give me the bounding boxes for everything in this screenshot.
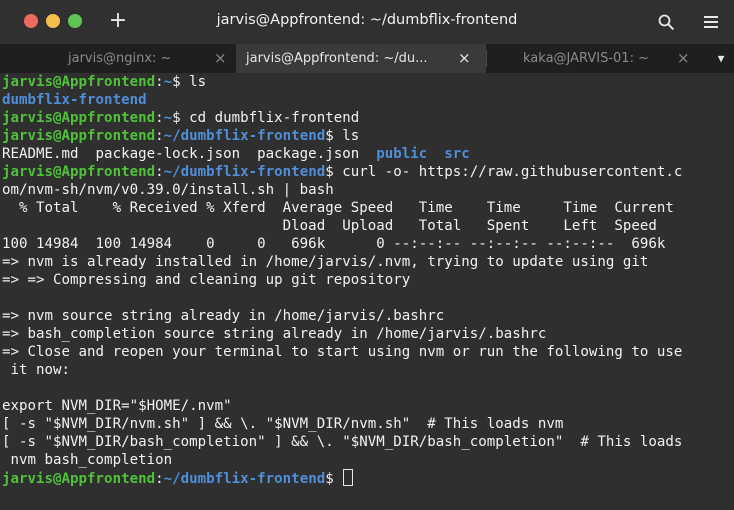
output-text: : bbox=[155, 110, 164, 126]
prompt-user: jarvis@Appfrontend bbox=[2, 110, 156, 126]
output-text: it now: bbox=[2, 362, 71, 378]
terminal-line: Dload Upload Total Spent Left Speed bbox=[2, 217, 732, 235]
terminal-line: jarvis@Appfrontend:~$ cd dumbflix-fronte… bbox=[2, 109, 732, 127]
prompt-user: jarvis@Appfrontend bbox=[2, 471, 156, 487]
maximize-window-button[interactable] bbox=[68, 14, 82, 28]
output-text: $ ls bbox=[325, 128, 360, 144]
terminal-line: [ -s "$NVM_DIR/nvm.sh" ] && \. "$NVM_DIR… bbox=[2, 415, 732, 433]
output-text: export NVM_DIR="$HOME/.nvm" bbox=[2, 398, 232, 414]
minimize-window-button[interactable] bbox=[46, 14, 60, 28]
tab-jarvis-appfrontend[interactable]: jarvis@Appfrontend: ~/du... × bbox=[236, 44, 486, 73]
tab-jarvis-nginx[interactable]: jarvis@nginx: ~ × bbox=[0, 44, 236, 73]
path-text: ~ bbox=[163, 74, 173, 90]
path-text: public bbox=[376, 146, 428, 162]
output-text: om/nvm-sh/nvm/v0.39.0/install.sh | bash bbox=[2, 182, 334, 198]
close-window-button[interactable] bbox=[24, 14, 38, 28]
close-tab-icon[interactable]: × bbox=[458, 44, 471, 73]
path-text: ~/dumbflix-frontend bbox=[163, 164, 326, 180]
output-text: => nvm source string already in /home/ja… bbox=[2, 308, 445, 324]
terminal-line: 100 14984 100 14984 0 0 696k 0 --:--:-- … bbox=[2, 235, 732, 253]
terminal-line: jarvis@Appfrontend:~/dumbflix-frontend$ bbox=[2, 469, 732, 487]
output-text: $ curl -o- https://raw.githubusercontent… bbox=[325, 164, 683, 180]
output-text: => Close and reopen your terminal to sta… bbox=[2, 344, 683, 360]
terminal-line: % Total % Received % Xferd Average Speed… bbox=[2, 199, 732, 217]
terminal-line: => nvm source string already in /home/ja… bbox=[2, 307, 732, 325]
output-text: $ bbox=[325, 471, 343, 487]
close-tab-icon[interactable]: × bbox=[214, 44, 227, 73]
output-text: : bbox=[155, 128, 164, 144]
window-title: jarvis@Appfrontend: ~/dumbflix-frontend bbox=[216, 12, 518, 28]
output-text: $ ls bbox=[172, 74, 207, 90]
new-tab-button[interactable]: + bbox=[108, 9, 128, 33]
terminal-line: jarvis@Appfrontend:~/dumbflix-frontend$ … bbox=[2, 127, 732, 145]
path-text: ~/dumbflix-frontend bbox=[163, 471, 326, 487]
terminal-line: jarvis@Appfrontend:~/dumbflix-frontend$ … bbox=[2, 163, 732, 181]
output-text: => bash_completion source string already… bbox=[2, 326, 547, 342]
output-text: nvm bash_completion bbox=[2, 452, 173, 468]
menu-button[interactable] bbox=[702, 14, 720, 30]
terminal-line: export NVM_DIR="$HOME/.nvm" bbox=[2, 397, 732, 415]
text-cursor bbox=[343, 469, 354, 486]
title-bar[interactable]: + jarvis@Appfrontend: ~/dumbflix-fronten… bbox=[0, 0, 734, 44]
terminal-line: => Close and reopen your terminal to sta… bbox=[2, 343, 732, 361]
tab-label: jarvis@nginx: ~ bbox=[68, 51, 172, 66]
terminal-line: dumbflix-frontend bbox=[2, 91, 732, 109]
close-tab-icon[interactable]: × bbox=[677, 44, 690, 73]
output-text: $ cd dumbflix-frontend bbox=[172, 110, 360, 126]
terminal-line: => nvm is already installed in /home/jar… bbox=[2, 253, 732, 271]
output-text: => => Compressing and cleaning up git re… bbox=[2, 272, 411, 288]
output-text: Dload Upload Total Spent Left Speed bbox=[2, 218, 657, 234]
terminal-output[interactable]: jarvis@Appfrontend:~$ ls dumbflix-fronten… bbox=[0, 73, 734, 510]
plus-icon: + bbox=[108, 8, 128, 33]
terminal-line: jarvis@Appfrontend:~$ ls bbox=[2, 73, 732, 91]
output-text: : bbox=[155, 164, 164, 180]
output-text: [ -s "$NVM_DIR/nvm.sh" ] && \. "$NVM_DIR… bbox=[2, 416, 564, 432]
terminal-line: README.md package-lock.json package.json… bbox=[2, 145, 732, 163]
tab-label: kaka@JARVIS-01: ~ bbox=[523, 51, 649, 66]
output-text: README.md package-lock.json package.json bbox=[2, 146, 377, 162]
tab-label: jarvis@Appfrontend: ~/du... bbox=[246, 51, 428, 66]
prompt-user: jarvis@Appfrontend bbox=[2, 164, 156, 180]
output-text: 100 14984 100 14984 0 0 696k 0 --:--:-- … bbox=[2, 236, 666, 252]
path-text: ~ bbox=[163, 110, 173, 126]
terminal-line: => => Compressing and cleaning up git re… bbox=[2, 271, 732, 289]
terminal-line: [ -s "$NVM_DIR/bash_completion" ] && \. … bbox=[2, 433, 732, 451]
terminal-line: nvm bash_completion bbox=[2, 451, 732, 469]
terminal-line: om/nvm-sh/nvm/v0.39.0/install.sh | bash bbox=[2, 181, 732, 199]
tab-list-dropdown-button[interactable]: ▼ bbox=[714, 44, 728, 73]
path-text: src bbox=[444, 146, 470, 162]
search-button[interactable] bbox=[658, 14, 674, 30]
chevron-down-icon: ▼ bbox=[717, 52, 725, 65]
output-text: % Total % Received % Xferd Average Speed… bbox=[2, 200, 674, 216]
terminal-window: + jarvis@Appfrontend: ~/dumbflix-fronten… bbox=[0, 0, 734, 510]
path-text: dumbflix-frontend bbox=[2, 92, 147, 108]
tab-bar: jarvis@nginx: ~ × jarvis@Appfrontend: ~/… bbox=[0, 44, 734, 73]
prompt-user: jarvis@Appfrontend bbox=[2, 74, 156, 90]
tab-kaka-jarvis-01[interactable]: kaka@JARVIS-01: ~ × bbox=[487, 44, 712, 73]
prompt-user: jarvis@Appfrontend bbox=[2, 128, 156, 144]
search-icon bbox=[658, 14, 674, 30]
output-text: [ -s "$NVM_DIR/bash_completion" ] && \. … bbox=[2, 434, 683, 450]
terminal-line: it now: bbox=[2, 361, 732, 379]
output-text: : bbox=[155, 471, 164, 487]
terminal-lines: jarvis@Appfrontend:~$ ls dumbflix-fronten… bbox=[2, 73, 732, 487]
output-text: => nvm is already installed in /home/jar… bbox=[2, 254, 649, 270]
path-text: ~/dumbflix-frontend bbox=[163, 128, 326, 144]
output-text: : bbox=[155, 74, 164, 90]
terminal-line: => bash_completion source string already… bbox=[2, 325, 732, 343]
